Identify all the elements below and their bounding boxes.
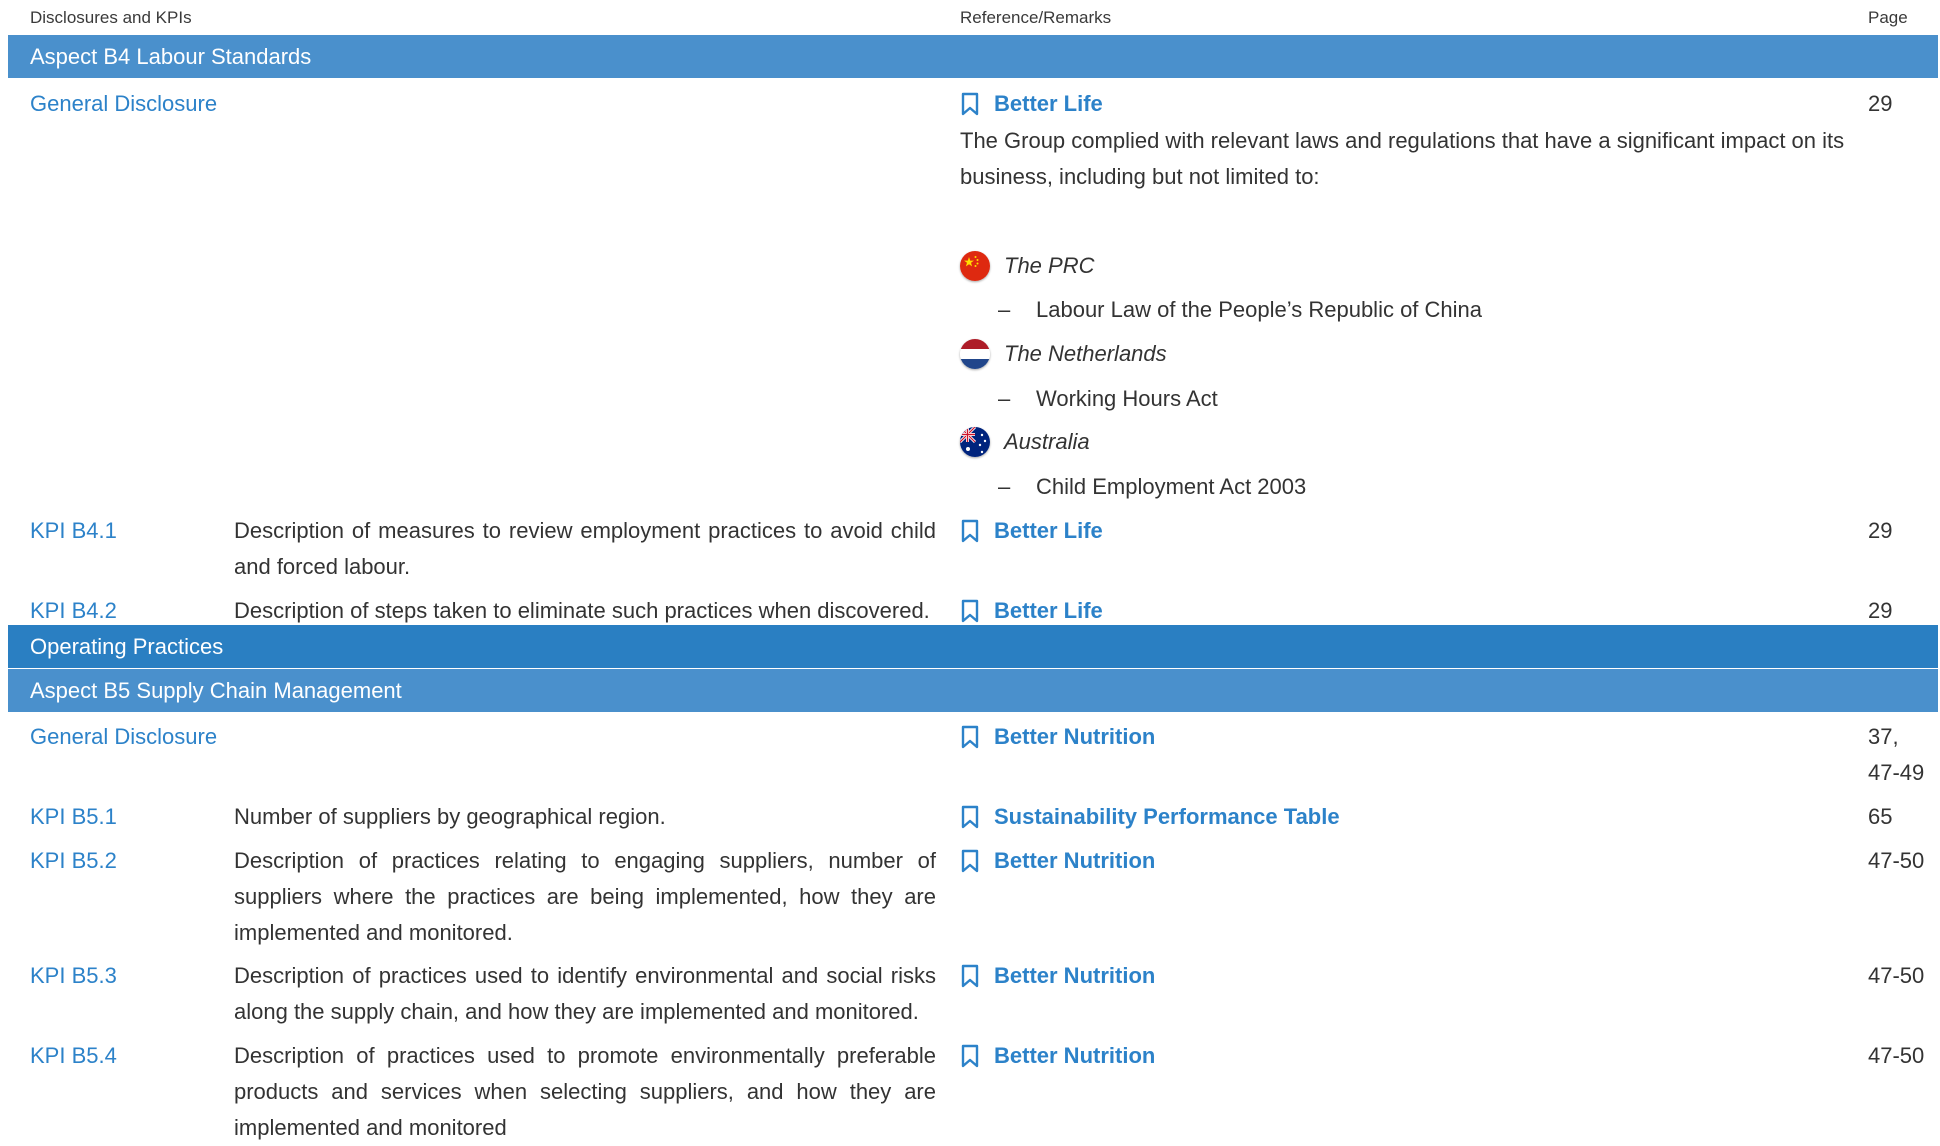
bookmark-icon: [961, 92, 979, 116]
kpi-b5-1-code[interactable]: KPI B5.1: [30, 799, 117, 835]
aspect-b5-band: Aspect B5 Supply Chain Management: [8, 669, 1938, 712]
country-netherlands: The Netherlands: [960, 336, 1167, 372]
kpi-b4-1-code[interactable]: KPI B4.1: [30, 513, 117, 549]
kpi-b4-2-page: 29: [1868, 598, 1893, 623]
kpi-b5-3-page: 47-50: [1868, 963, 1925, 988]
bookmark-icon: [961, 849, 979, 873]
kpi-b5-1-reference[interactable]: Sustainability Performance Table: [960, 799, 1340, 835]
b5-general-reference[interactable]: Better Nutrition: [960, 719, 1155, 755]
kpi-b5-3-reference[interactable]: Better Nutrition: [960, 958, 1155, 994]
kpi-b5-2-reference[interactable]: Better Nutrition: [960, 843, 1155, 879]
kpi-b5-1-page: 65: [1868, 804, 1893, 829]
page-line: 47-49: [1868, 760, 1925, 785]
country-name: The Netherlands: [1004, 341, 1167, 366]
b4-general-remarks: The Group complied with relevant laws an…: [960, 128, 1845, 189]
country-name: Australia: [1004, 429, 1090, 454]
kpi-b4-1-reference[interactable]: Better Life: [960, 513, 1103, 549]
kpi-b5-4-code[interactable]: KPI B5.4: [30, 1038, 117, 1074]
law-australia: – Child Employment Act 2003: [998, 474, 1307, 499]
kpi-b5-4-page: 47-50: [1868, 1043, 1925, 1068]
kpi-b5-3-code[interactable]: KPI B5.3: [30, 958, 117, 994]
kpi-b4-1-description: Description of measures to review employ…: [234, 518, 936, 579]
header-disclosures: Disclosures and KPIs: [30, 8, 192, 27]
law-netherlands: – Working Hours Act: [998, 386, 1218, 411]
kpi-b4-2-reference[interactable]: Better Life: [960, 593, 1103, 629]
bookmark-icon: [961, 519, 979, 543]
bookmark-icon: [961, 599, 979, 623]
page-line: 37,: [1868, 724, 1899, 749]
reference-label: Better Nutrition: [994, 848, 1156, 873]
operating-practices-band: Operating Practices: [8, 625, 1938, 668]
country-name: The PRC: [1004, 253, 1095, 278]
netherlands-flag-icon: [960, 339, 990, 369]
reference-label: Better Nutrition: [994, 963, 1156, 988]
law-name: Working Hours Act: [1036, 386, 1218, 411]
bookmark-icon: [961, 964, 979, 988]
bookmark-icon: [961, 1044, 979, 1068]
b4-general-reference[interactable]: Better Life: [960, 86, 1103, 122]
law-prc: – Labour Law of the People’s Republic of …: [998, 297, 1483, 322]
kpi-b5-2-code[interactable]: KPI B5.2: [30, 843, 117, 879]
kpi-b5-3-description: Description of practices used to identif…: [234, 963, 936, 1024]
header-reference: Reference/Remarks: [960, 8, 1112, 27]
kpi-b5-2-description: Description of practices relating to eng…: [234, 848, 936, 945]
header-page: Page: [1868, 8, 1908, 27]
kpi-b5-4-description: Description of practices used to promote…: [234, 1043, 936, 1140]
reference-label: Sustainability Performance Table: [994, 804, 1340, 829]
kpi-b5-2-page: 47-50: [1868, 848, 1925, 873]
country-prc: The PRC: [960, 248, 1094, 284]
bookmark-icon: [961, 805, 979, 829]
b5-general-disclosure[interactable]: General Disclosure: [30, 719, 217, 755]
australia-flag-icon: [960, 427, 990, 457]
b4-general-disclosure[interactable]: General Disclosure: [30, 86, 217, 122]
law-name: Labour Law of the People’s Republic of C…: [1036, 297, 1483, 322]
kpi-b4-2-description: Description of steps taken to eliminate …: [234, 598, 930, 623]
kpi-b4-1-page: 29: [1868, 518, 1893, 543]
law-name: Child Employment Act 2003: [1036, 474, 1307, 499]
reference-label: Better Life: [994, 518, 1103, 543]
kpi-b5-1-description: Number of suppliers by geographical regi…: [234, 804, 666, 829]
kpi-b4-2-code[interactable]: KPI B4.2: [30, 593, 117, 629]
country-australia: Australia: [960, 424, 1090, 460]
reference-label: Better Nutrition: [994, 1043, 1156, 1068]
bookmark-icon: [961, 725, 979, 749]
china-flag-icon: [960, 251, 990, 281]
aspect-b4-band: Aspect B4 Labour Standards: [8, 35, 1938, 78]
reference-label: Better Life: [994, 91, 1103, 116]
reference-label: Better Life: [994, 598, 1103, 623]
b5-general-page: 37, 47-49: [1868, 719, 1928, 791]
b4-general-page: 29: [1868, 91, 1893, 116]
reference-label: Better Nutrition: [994, 724, 1156, 749]
kpi-b5-4-reference[interactable]: Better Nutrition: [960, 1038, 1155, 1074]
